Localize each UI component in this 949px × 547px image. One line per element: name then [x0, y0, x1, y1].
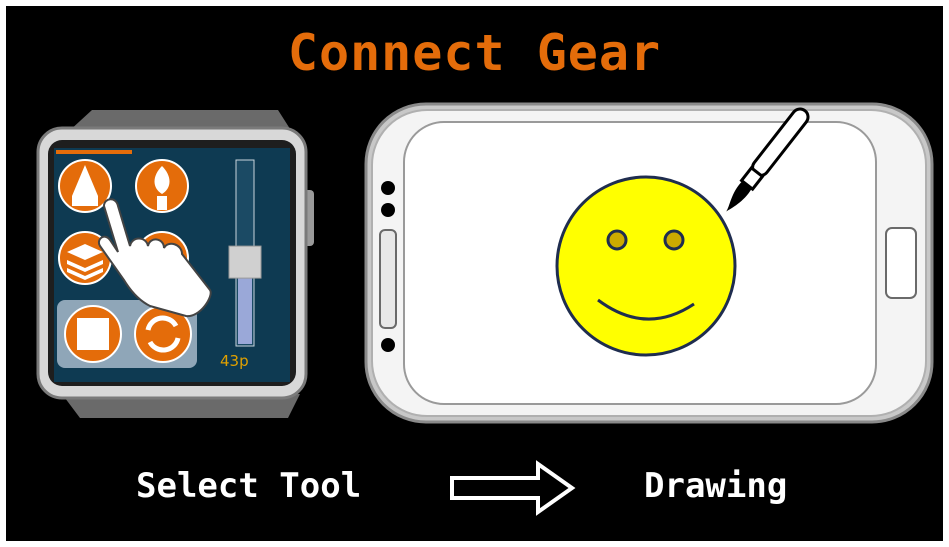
- tool-button-brush[interactable]: [135, 159, 189, 213]
- caption-drawing: Drawing: [644, 466, 788, 506]
- tool-button-square[interactable]: [64, 305, 122, 363]
- phone-speaker: [379, 229, 397, 329]
- phone-sensor-1: [381, 181, 395, 195]
- square-icon: [77, 318, 109, 350]
- slider-thumb[interactable]: [228, 245, 262, 279]
- phone-camera: [381, 338, 395, 352]
- smartphone: [364, 102, 934, 424]
- size-label: 43p: [220, 352, 249, 370]
- progress-indicator: [56, 150, 132, 154]
- smiley-right-eye: [663, 229, 685, 251]
- caption-select-tool: Select Tool: [136, 466, 362, 506]
- phone-sensor-2: [381, 203, 395, 217]
- phone-home-button[interactable]: [885, 227, 917, 299]
- smartwatch: [36, 110, 314, 418]
- scene: [0, 0, 949, 547]
- smiley-face: [555, 175, 737, 357]
- smiley-left-eye: [606, 229, 628, 251]
- page-title: Connect Gear: [287, 24, 662, 82]
